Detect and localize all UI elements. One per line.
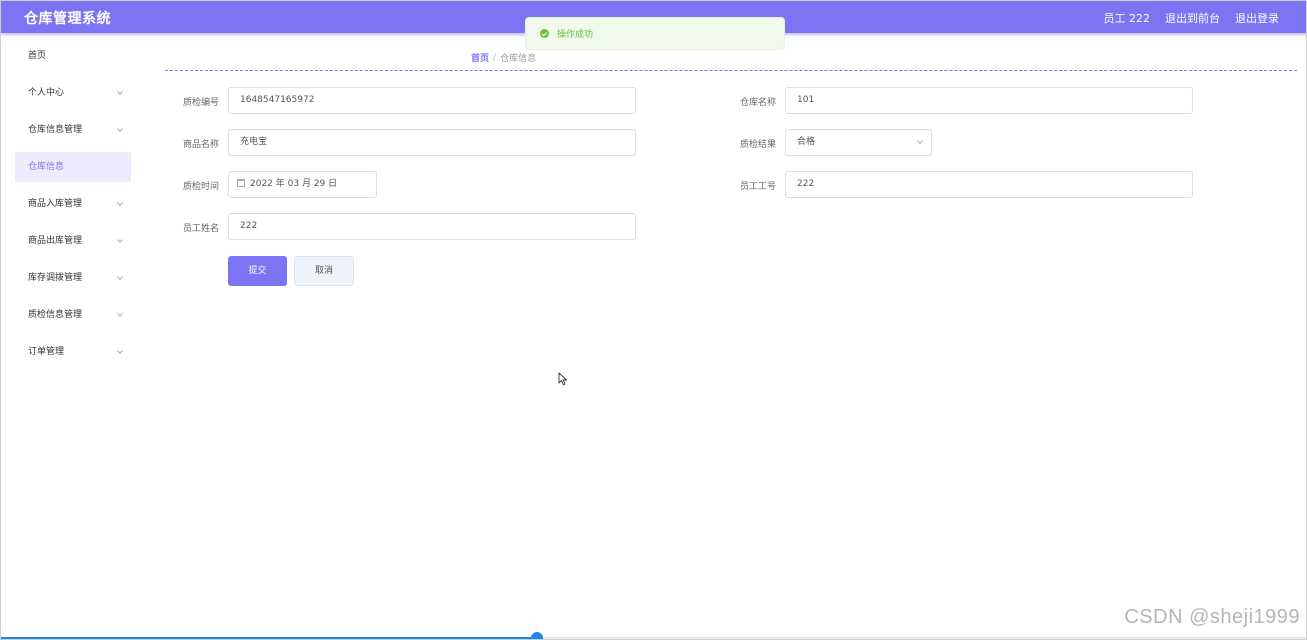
header-actions: 员工 222 退出到前台 退出登录 bbox=[1104, 10, 1280, 26]
success-toast: 操作成功 bbox=[525, 17, 785, 50]
sidebar-item-label: 个人中心 bbox=[28, 88, 65, 98]
chevron-down-icon bbox=[117, 200, 123, 206]
chevron-down-icon bbox=[117, 237, 123, 243]
employee-name-label: 员工姓名 bbox=[182, 224, 219, 234]
sidebar-item-inspection[interactable]: 质检信息管理 bbox=[15, 300, 131, 330]
back-to-front-link[interactable]: 退出到前台 bbox=[1165, 10, 1220, 26]
inspection-result-label: 质检结果 bbox=[739, 140, 776, 150]
cancel-button[interactable]: 取消 bbox=[294, 256, 354, 286]
sidebar-item-label: 仓库信息管理 bbox=[28, 125, 83, 135]
sidebar-menu: 首页 个人中心 仓库信息管理 仓库信息 商品入库管理 商品出库管理 库存调拨管理… bbox=[15, 41, 131, 374]
sidebar-item-warehouse-info[interactable]: 仓库信息 bbox=[15, 152, 131, 182]
sidebar-item-label: 首页 bbox=[28, 51, 47, 61]
chevron-down-icon bbox=[117, 348, 123, 354]
sidebar-item-label: 库存调拨管理 bbox=[28, 273, 83, 283]
header-divider bbox=[165, 70, 1297, 71]
sidebar-item-label: 质检信息管理 bbox=[28, 310, 83, 320]
csdn-watermark: CSDN @sheji1999 bbox=[1124, 606, 1300, 628]
breadcrumb-current: 仓库信息 bbox=[500, 54, 537, 64]
sidebar-item-personal-center[interactable]: 个人中心 bbox=[15, 78, 131, 108]
employee-no-label: 员工工号 bbox=[739, 182, 776, 192]
product-name-label: 商品名称 bbox=[182, 140, 219, 150]
inspection-time-value: 2022 年 03 月 29 日 bbox=[250, 179, 338, 189]
employee-no-input[interactable]: 222 bbox=[785, 171, 1193, 198]
inspection-result-value: 合格 bbox=[797, 137, 816, 147]
product-name-input[interactable]: 充电宝 bbox=[228, 129, 636, 156]
inspection-time-datepicker[interactable]: 2022 年 03 月 29 日 bbox=[228, 171, 377, 198]
calendar-icon bbox=[237, 179, 245, 187]
warehouse-name-label: 仓库名称 bbox=[739, 98, 776, 108]
chevron-down-icon bbox=[917, 138, 923, 144]
inspection-time-label: 质检时间 bbox=[182, 182, 219, 192]
sidebar-item-label: 仓库信息 bbox=[28, 162, 65, 172]
logout-link[interactable]: 退出登录 bbox=[1235, 10, 1279, 26]
app-title: 仓库管理系统 bbox=[24, 11, 111, 27]
chevron-down-icon bbox=[117, 89, 123, 95]
sidebar-item-transfer[interactable]: 库存调拨管理 bbox=[15, 263, 131, 293]
progress-handle[interactable] bbox=[530, 632, 543, 639]
sidebar-item-label: 订单管理 bbox=[28, 347, 65, 357]
sidebar-item-orders[interactable]: 订单管理 bbox=[15, 337, 131, 367]
submit-button[interactable]: 提交 bbox=[228, 256, 287, 286]
sidebar-item-stock-out[interactable]: 商品出库管理 bbox=[15, 226, 131, 256]
chevron-down-icon bbox=[117, 126, 123, 132]
chevron-down-icon bbox=[117, 274, 123, 280]
user-label: 员工 222 bbox=[1103, 12, 1151, 25]
breadcrumb-separator: / bbox=[493, 52, 497, 63]
breadcrumb: 首页 / 仓库信息 bbox=[471, 51, 537, 65]
employee-name-input[interactable]: 222 bbox=[228, 213, 636, 240]
sidebar-item-label: 商品入库管理 bbox=[28, 199, 83, 209]
sidebar-item-stock-in[interactable]: 商品入库管理 bbox=[15, 189, 131, 219]
inspection-no-label: 质检编号 bbox=[182, 98, 219, 108]
app-window: 仓库管理系统 员工 222 退出到前台 退出登录 操作成功 首页 个人中心 仓库… bbox=[0, 0, 1307, 640]
inspection-result-select[interactable]: 合格 bbox=[785, 129, 932, 156]
warehouse-name-input[interactable]: 101 bbox=[785, 87, 1193, 114]
mouse-pointer-icon bbox=[558, 372, 568, 386]
sidebar-item-warehouse-management[interactable]: 仓库信息管理 bbox=[15, 115, 131, 145]
toast-message: 操作成功 bbox=[557, 30, 594, 40]
check-circle-icon bbox=[540, 29, 549, 38]
breadcrumb-home[interactable]: 首页 bbox=[471, 51, 489, 64]
chevron-down-icon bbox=[117, 311, 123, 317]
sidebar-item-label: 商品出库管理 bbox=[28, 236, 83, 246]
sidebar-item-home[interactable]: 首页 bbox=[15, 41, 131, 71]
inspection-no-input[interactable]: 1648547165972 bbox=[228, 87, 636, 114]
